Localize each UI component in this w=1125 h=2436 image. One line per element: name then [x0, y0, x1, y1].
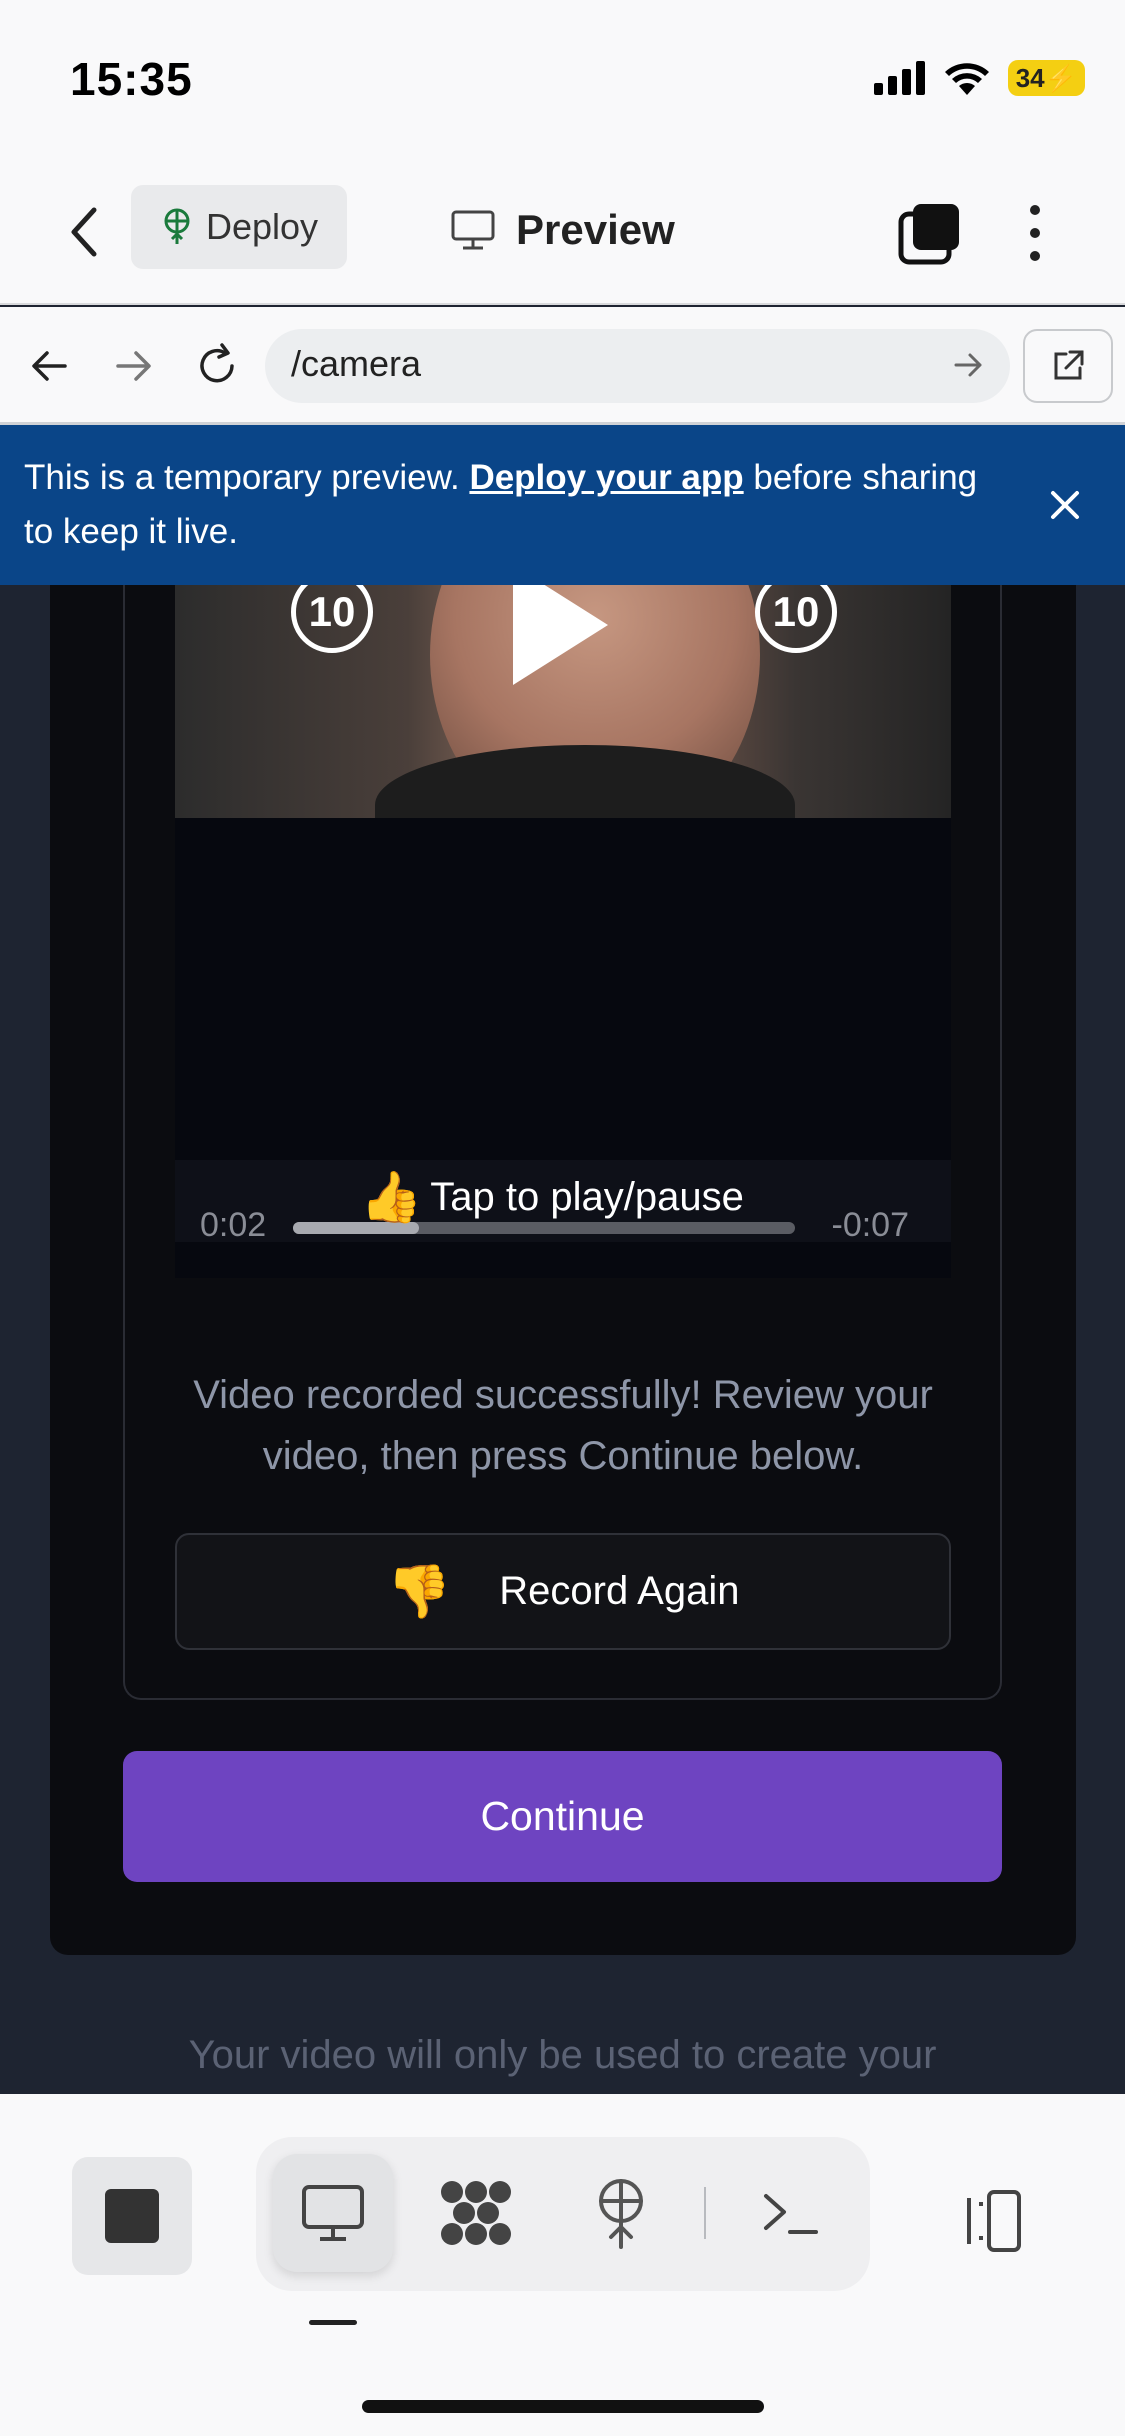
- battery-indicator: 34⚡: [1007, 60, 1085, 96]
- banner-text-before: This is a temporary preview.: [24, 458, 470, 497]
- skip-forward-button[interactable]: 10: [755, 585, 837, 653]
- go-arrow-icon[interactable]: [946, 343, 990, 387]
- deploy-button[interactable]: Deploy: [131, 185, 347, 269]
- tap-hint: 👍 Tap to play/pause: [360, 1168, 744, 1227]
- tap-hint-label: Tap to play/pause: [430, 1175, 744, 1219]
- temporary-preview-banner: This is a temporary preview. Deploy your…: [0, 425, 1125, 585]
- record-again-label: Record Again: [499, 1569, 740, 1613]
- reload-icon[interactable]: [192, 341, 242, 391]
- stop-icon: [105, 2189, 159, 2243]
- layout-icon[interactable]: [955, 2186, 1035, 2256]
- wifi-icon: [944, 63, 989, 95]
- deploy-icon: [599, 2179, 643, 2249]
- url-input[interactable]: /camera: [265, 329, 1010, 403]
- terminal-icon: [764, 2194, 818, 2234]
- home-indicator: [362, 2400, 764, 2413]
- thumbs-up-icon: 👍: [360, 1169, 423, 1225]
- app-header: Deploy Preview: [0, 160, 1125, 305]
- continue-button[interactable]: Continue: [123, 1751, 1002, 1882]
- signal-icon: [873, 61, 925, 95]
- windows-icon[interactable]: [895, 200, 965, 270]
- preview-label: Preview: [516, 206, 675, 253]
- remaining-time: -0:07: [831, 1206, 910, 1244]
- bottom-toolbar: [0, 2094, 1125, 2436]
- success-message: Video recorded successfully! Review your…: [193, 1373, 933, 1478]
- thumbs-down-icon: 👎: [386, 1563, 452, 1621]
- elapsed-time: 0:02: [200, 1206, 267, 1244]
- privacy-note: Your video will only be used to create y…: [188, 2033, 937, 2077]
- status-time: 15:35: [70, 53, 193, 105]
- tab-preview[interactable]: [273, 2154, 393, 2272]
- active-tab-underline: [309, 2320, 357, 2325]
- back-chevron-icon[interactable]: [60, 202, 110, 262]
- more-options-icon[interactable]: [1010, 198, 1060, 268]
- play-icon[interactable]: [513, 585, 608, 685]
- nav-forward-icon[interactable]: [108, 341, 158, 391]
- stop-button[interactable]: [72, 2157, 192, 2275]
- nav-back-icon[interactable]: [25, 341, 75, 391]
- view-switcher: [256, 2137, 870, 2291]
- banner-text: This is a temporary preview. Deploy your…: [24, 451, 984, 559]
- status-bar: 15:35 34⚡: [0, 0, 1125, 160]
- charging-icon: ⚡: [1044, 63, 1077, 93]
- tab-workspace[interactable]: [416, 2154, 536, 2272]
- dots-grid-icon: [441, 2181, 511, 2245]
- skip-back-button[interactable]: 10: [291, 585, 373, 653]
- tab-terminal[interactable]: [731, 2154, 851, 2272]
- tab-deploy[interactable]: [561, 2154, 681, 2272]
- open-external-button[interactable]: [1023, 329, 1113, 403]
- deploy-label: Deploy: [205, 206, 319, 247]
- monitor-icon: [451, 210, 495, 250]
- toolbar-separator: [704, 2187, 706, 2239]
- preview-title: Preview: [450, 200, 675, 260]
- video-player[interactable]: 10 10: [175, 585, 951, 818]
- url-bar: /camera: [0, 307, 1125, 425]
- url-text: /camera: [291, 343, 422, 384]
- close-banner-icon[interactable]: [1045, 485, 1085, 525]
- record-again-button[interactable]: 👎 Record Again: [175, 1533, 951, 1650]
- deploy-app-link[interactable]: Deploy your app: [469, 458, 743, 497]
- external-link-icon: [1054, 350, 1084, 380]
- battery-level: 34: [1015, 63, 1045, 93]
- status-icons: 34⚡: [873, 60, 1085, 96]
- deploy-icon: [164, 208, 190, 244]
- monitor-icon: [302, 2185, 364, 2241]
